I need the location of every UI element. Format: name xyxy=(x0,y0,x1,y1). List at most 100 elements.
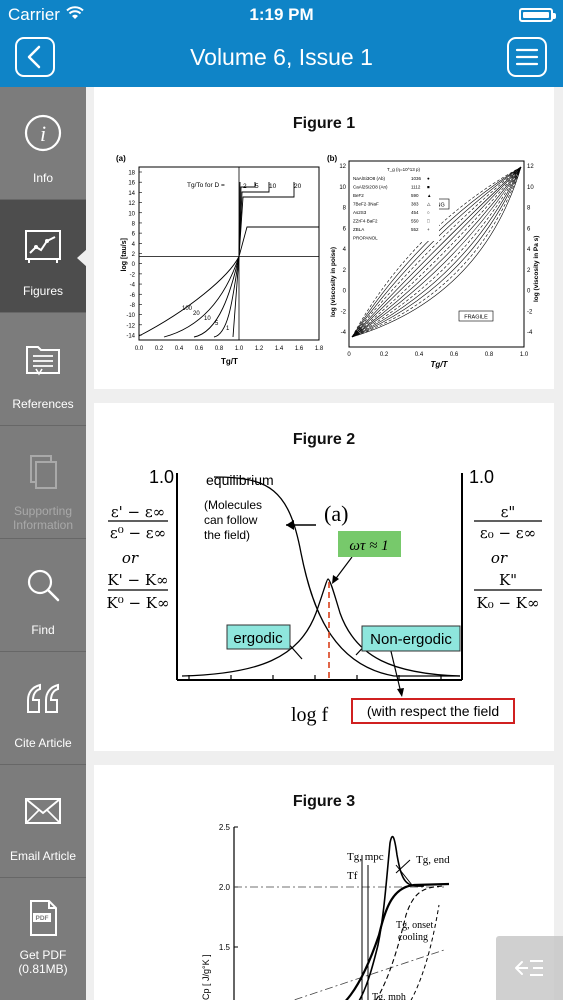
a-top-number: 10 xyxy=(269,183,277,190)
tg-end-label: Tg, end xyxy=(416,854,450,866)
sidebar-item-label: Get PDF xyxy=(19,948,67,962)
figures-icon xyxy=(25,230,61,263)
panel-a-label: (a) xyxy=(116,154,126,163)
b-y2-tick-label: 10 xyxy=(527,185,534,191)
svg-text:K⁰ − K∞: K⁰ − K∞ xyxy=(106,594,169,612)
sidebar-item-info[interactable]: i Info xyxy=(0,87,86,200)
b-y2-axis-label: log (viscosity in Pa s) xyxy=(533,236,540,302)
figure-3-image: 2.52.01.51.0 Cp [ J/g°K ] Tg, mpc Tg, en… xyxy=(201,823,450,1000)
legend-marker: ○ xyxy=(427,210,430,215)
ergodic-label: ergodic xyxy=(233,630,283,647)
collapse-icon xyxy=(515,960,543,976)
info-icon: i xyxy=(24,114,62,152)
legend-entry: NaAlSi3O8 (Ab) xyxy=(353,176,386,181)
references-icon xyxy=(26,346,60,376)
y-tick-label: 16 xyxy=(128,181,135,187)
figure-card-1[interactable]: Figure 1 (a) 18 16 14 12 10 8 6 4 2 0 -2 -4 -6 -8 -10 -1… xyxy=(94,87,554,389)
sidebar-item-get-pdf[interactable]: PDF Get PDF (0.81MB) xyxy=(0,878,86,1000)
svg-text:ε": ε" xyxy=(501,503,516,521)
b-y2-tick-label: -2 xyxy=(527,309,533,315)
panel-label: (a) xyxy=(324,501,348,526)
figure-1b-plot: (b)12 1210 108 86 64 42 20 0-2 -2-4 -40 0.2 0.4 0.6 0… xyxy=(327,154,540,369)
b-y-tick-label: 10 xyxy=(339,185,346,191)
y-tick-label: -10 xyxy=(126,313,135,319)
legend-entry: As2S3 xyxy=(353,210,367,215)
x-tick-label: 0.0 xyxy=(135,346,144,352)
right-axis-top: 1.0 xyxy=(469,467,494,487)
legend-marker: □ xyxy=(427,219,430,224)
x-tick-label: 1.2 xyxy=(255,346,264,352)
a-curve-number: 10 xyxy=(204,316,211,322)
b-y2-tick-label: 6 xyxy=(527,226,531,232)
x-tick-label: 1.8 xyxy=(315,346,324,352)
nav-bar: Volume 6, Issue 1 xyxy=(0,30,563,87)
a-curve-number: 20 xyxy=(193,311,200,317)
b-y-tick-label: 4 xyxy=(343,247,347,253)
hamburger-icon xyxy=(515,48,539,66)
legend-tg: 550 xyxy=(411,219,419,224)
b-y2-tick-label: 4 xyxy=(527,247,531,253)
legend-entry: 7BeF2·3NaF xyxy=(353,202,379,207)
legend-marker: ■ xyxy=(427,185,430,190)
panel-b-label: (b) xyxy=(327,154,338,163)
x-tick-label: 0.6 xyxy=(195,346,204,352)
x-tick-label: 1.4 xyxy=(275,346,284,352)
y-tick-label: -6 xyxy=(130,293,136,299)
b-y-tick-label: 12 xyxy=(339,164,346,170)
svg-text:ε⁰ − ε∞: ε⁰ − ε∞ xyxy=(110,524,166,542)
search-icon xyxy=(27,569,60,602)
sidebar-item-cite-article[interactable]: Cite Article xyxy=(0,652,86,765)
a-top-number: 20 xyxy=(294,183,302,190)
b-x-axis-label: Tg/T xyxy=(431,360,449,369)
sidebar-item-label: Figures xyxy=(22,284,63,298)
sidebar-item-label: Info xyxy=(32,171,53,185)
y-tick-label: 10 xyxy=(128,211,135,217)
collapse-sidebar-button[interactable] xyxy=(496,936,563,1000)
b-x-tick-label: 0 xyxy=(347,352,351,358)
legend-header: T_g (η=10^13 p) xyxy=(387,167,421,172)
a-x-axis-label: Tg/T xyxy=(221,357,238,366)
svg-text:or: or xyxy=(122,549,139,567)
molecules-line-2: can follow xyxy=(204,513,258,527)
a-curve-number: 100 xyxy=(182,306,193,312)
sidebar-item-label: References xyxy=(12,397,74,411)
b-y-tick-label: 8 xyxy=(343,206,347,212)
figure-card-2[interactable]: Figure 2 1.0 1.0 equilibrium (Molecules … xyxy=(94,403,554,751)
a-y-axis-label: log [tau/s] xyxy=(121,238,128,271)
molecules-line-3: the field) xyxy=(204,528,250,542)
svg-text:K": K" xyxy=(499,571,517,589)
sidebar-item-label: Email Article xyxy=(9,849,77,863)
y-tick-label: 1.5 xyxy=(219,943,231,952)
sidebar-item-label: Cite Article xyxy=(14,736,72,750)
b-y-tick-label: -2 xyxy=(341,309,347,315)
svg-text:or: or xyxy=(491,549,508,567)
sidebar-item-find[interactable]: Find xyxy=(0,539,86,652)
sidebar-item-email-article[interactable]: Email Article xyxy=(0,765,86,878)
figure-1-image: (a)181614121086420-2-4-6-8-10-12-140.0 0.… xyxy=(116,154,540,369)
figure-1a-plot: (a)181614121086420-2-4-6-8-10-12-140.0 0.… xyxy=(116,154,324,366)
sidebar: i Info Figures References Supporting Inf… xyxy=(0,87,87,1000)
x-axis-label: log f xyxy=(291,704,329,726)
molecules-line-1: (Molecules xyxy=(204,498,262,512)
left-axis-top: 1.0 xyxy=(149,467,174,487)
sidebar-item-supporting-information[interactable]: Supporting Information xyxy=(0,426,86,539)
b-y2-tick-label: 2 xyxy=(527,268,531,274)
svg-text:ε₀ − ε∞: ε₀ − ε∞ xyxy=(480,524,536,542)
a-top-number: 2 xyxy=(243,183,247,190)
legend-tg: 1112 xyxy=(411,185,421,190)
sidebar-item-references[interactable]: References xyxy=(0,313,86,426)
b-x-tick-label: 1.0 xyxy=(520,352,529,358)
sidebar-item-figures[interactable]: Figures xyxy=(0,200,87,313)
legend-tg: 1036 xyxy=(411,176,422,181)
menu-button[interactable] xyxy=(507,37,547,77)
svg-text:i: i xyxy=(40,121,46,146)
svg-text:K' − K∞: K' − K∞ xyxy=(107,571,168,589)
x-tick-label: 1.6 xyxy=(295,346,304,352)
figure-card-3[interactable]: Figure 3 2.52.01.51.0 Cp [ J/g°K ] Tg, m… xyxy=(94,765,554,1000)
b-y-tick-label: 2 xyxy=(343,268,347,274)
pdf-icon: PDF xyxy=(30,900,57,936)
y-tick-label: 18 xyxy=(128,171,135,177)
figures-list: Figure 1 (a) 18 16 14 12 10 8 6 4 2 0 -2 -4 -6 -8 -10 -1… xyxy=(86,87,563,1000)
envelope-icon xyxy=(25,798,61,824)
b-y2-tick-label: -4 xyxy=(527,330,533,336)
